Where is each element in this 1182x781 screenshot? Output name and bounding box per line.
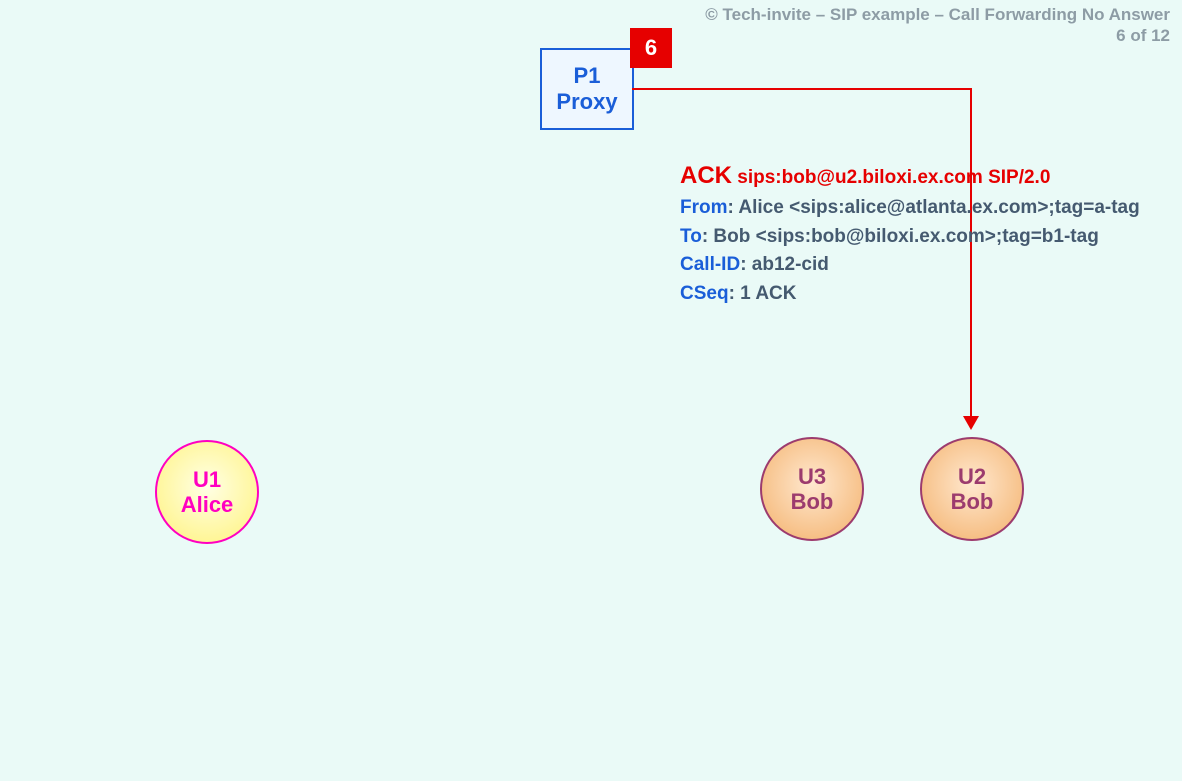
- page-indicator: 6 of 12: [705, 25, 1170, 46]
- endpoint-name: Alice: [181, 492, 234, 517]
- to-label: To: [680, 226, 702, 247]
- to-header: To: Bob <sips:bob@biloxi.ex.com>;tag=b1-…: [680, 223, 1140, 252]
- endpoint-u1-alice: U1 Alice: [155, 440, 259, 544]
- request-uri: sips:bob@u2.biloxi.ex.com SIP/2.0: [737, 167, 1050, 188]
- endpoint-u2-bob: U2 Bob: [920, 437, 1024, 541]
- cseq-value: : 1 ACK: [729, 283, 797, 304]
- proxy-node: P1 Proxy: [540, 48, 634, 130]
- endpoint-id: U2: [958, 464, 986, 489]
- to-value: : Bob <sips:bob@biloxi.ex.com>;tag=b1-ta…: [702, 226, 1099, 247]
- endpoint-id: U1: [193, 467, 221, 492]
- message-arrow-head-icon: [963, 416, 979, 430]
- endpoint-u3-bob: U3 Bob: [760, 437, 864, 541]
- request-line: ACK sips:bob@u2.biloxi.ex.com SIP/2.0: [680, 158, 1140, 194]
- endpoint-name: Bob: [791, 489, 834, 514]
- call-id-header: Call-ID: ab12-cid: [680, 251, 1140, 280]
- endpoint-id: U3: [798, 464, 826, 489]
- cseq-header: CSeq: 1 ACK: [680, 280, 1140, 309]
- from-header: From: Alice <sips:alice@atlanta.ex.com>;…: [680, 194, 1140, 223]
- diagram-canvas: © Tech-invite – SIP example – Call Forwa…: [0, 0, 1182, 781]
- proxy-id: P1: [574, 63, 601, 89]
- step-badge: 6: [630, 28, 672, 68]
- header-block: © Tech-invite – SIP example – Call Forwa…: [705, 4, 1170, 47]
- from-label: From: [680, 197, 728, 218]
- sip-message-block: ACK sips:bob@u2.biloxi.ex.com SIP/2.0 Fr…: [680, 158, 1140, 308]
- proxy-label: Proxy: [556, 89, 617, 115]
- from-value: : Alice <sips:alice@atlanta.ex.com>;tag=…: [728, 197, 1140, 218]
- callid-label: Call-ID: [680, 254, 740, 275]
- copyright-text: © Tech-invite – SIP example – Call Forwa…: [705, 4, 1170, 25]
- message-arrow-horizontal: [632, 88, 972, 90]
- step-number: 6: [645, 35, 657, 61]
- callid-value: : ab12-cid: [740, 254, 829, 275]
- method: ACK: [680, 162, 732, 189]
- cseq-label: CSeq: [680, 283, 729, 304]
- endpoint-name: Bob: [951, 489, 994, 514]
